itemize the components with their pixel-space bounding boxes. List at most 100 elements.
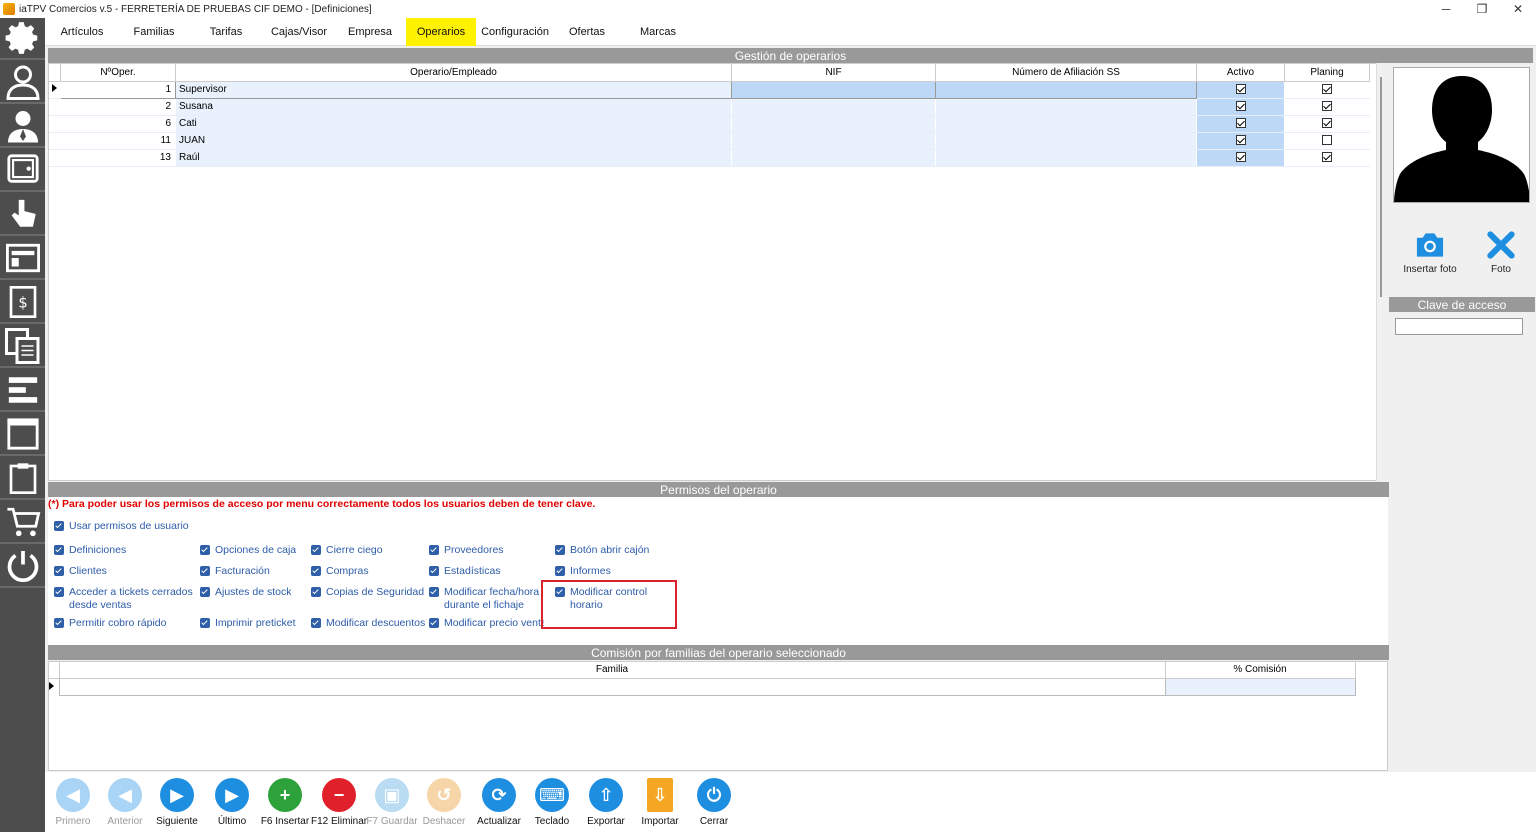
- col-header-num[interactable]: NºOper.: [60, 64, 176, 82]
- perm-estadisticas[interactable]: Estadísticas: [429, 565, 501, 578]
- planing-checkbox[interactable]: [1322, 135, 1332, 146]
- perm-proveedores[interactable]: Proveedores: [429, 544, 504, 557]
- checkbox-icon[interactable]: [54, 545, 64, 555]
- anterior-button[interactable]: ◀ Anterior: [97, 776, 153, 827]
- table-row[interactable]: [49, 677, 1356, 696]
- tab-familias[interactable]: Familias: [119, 18, 189, 46]
- primero-button[interactable]: ◀ Primero: [45, 776, 101, 827]
- checkbox-icon[interactable]: [54, 587, 64, 597]
- safe-icon[interactable]: [0, 150, 45, 192]
- perm-definiciones[interactable]: Definiciones: [54, 544, 126, 557]
- delete-photo-button[interactable]: Foto: [1475, 229, 1527, 275]
- planing-checkbox[interactable]: [1322, 152, 1332, 163]
- deshacer-button[interactable]: ↺ Deshacer: [416, 776, 472, 827]
- tab-articulos[interactable]: Artículos: [45, 18, 119, 46]
- perm-compras[interactable]: Compras: [311, 565, 369, 578]
- cell-num[interactable]: 11: [60, 132, 176, 150]
- perm-cobro-rapido[interactable]: Permitir cobro rápido: [54, 617, 166, 630]
- activo-checkbox[interactable]: [1235, 84, 1246, 95]
- planing-checkbox[interactable]: [1322, 84, 1332, 95]
- col-header-ss[interactable]: Número de Afiliación SS: [935, 64, 1197, 82]
- perm-opciones-caja[interactable]: Opciones de caja: [200, 544, 296, 557]
- cell-num[interactable]: 2: [60, 98, 176, 116]
- perm-acceder-tickets[interactable]: Acceder a tickets cerrados desde ventas: [54, 586, 194, 612]
- cell-name[interactable]: Raúl: [175, 149, 732, 167]
- cell-activo[interactable]: [1196, 132, 1285, 150]
- cerrar-button[interactable]: ⏻ Cerrar: [686, 776, 742, 827]
- table-row[interactable]: 11 JUAN: [49, 132, 1370, 150]
- cell-name[interactable]: JUAN: [175, 132, 732, 150]
- cell-planing[interactable]: [1284, 132, 1370, 150]
- siguiente-button[interactable]: ▶ Siguiente: [149, 776, 205, 827]
- cell-name[interactable]: Cati: [175, 115, 732, 133]
- activo-checkbox[interactable]: [1235, 135, 1246, 146]
- tab-marcas[interactable]: Marcas: [622, 18, 694, 46]
- table-row[interactable]: 2 Susana: [49, 98, 1370, 116]
- activo-checkbox[interactable]: [1235, 152, 1246, 163]
- perm-preticket[interactable]: Imprimir preticket: [200, 617, 296, 630]
- shopping-cart-icon[interactable]: [0, 502, 45, 544]
- restore-button[interactable]: ❐: [1464, 0, 1500, 18]
- f7-guardar-button[interactable]: ▣ F7 Guardar: [364, 776, 420, 827]
- importar-button[interactable]: ⇩ Importar: [632, 776, 688, 827]
- cell-num[interactable]: 6: [60, 115, 176, 133]
- perm-ajustes-stock[interactable]: Ajustes de stock: [200, 586, 291, 599]
- tab-operarios[interactable]: Operarios: [406, 18, 476, 46]
- cell-num[interactable]: 1: [60, 80, 176, 99]
- checkbox-icon[interactable]: [311, 545, 321, 555]
- checkbox-icon[interactable]: [200, 566, 210, 576]
- checkbox-icon[interactable]: [555, 566, 565, 576]
- activo-checkbox[interactable]: [1235, 118, 1246, 129]
- customers-icon[interactable]: [0, 62, 45, 104]
- cell-planing[interactable]: [1284, 98, 1370, 116]
- checkbox-icon[interactable]: [311, 618, 321, 628]
- cell-nif[interactable]: [731, 132, 936, 150]
- cell-ss[interactable]: [935, 132, 1197, 150]
- checkbox-icon[interactable]: [200, 587, 210, 597]
- tab-ofertas[interactable]: Ofertas: [552, 18, 622, 46]
- grid-scrollbar[interactable]: [1376, 63, 1388, 481]
- col-header-comision[interactable]: % Comisión: [1165, 662, 1356, 679]
- checkbox-icon[interactable]: [311, 587, 321, 597]
- table-row[interactable]: 13 Raúl: [49, 149, 1370, 167]
- scrollbar-thumb[interactable]: [1380, 77, 1382, 297]
- operator-icon[interactable]: [0, 106, 45, 148]
- cell-ss[interactable]: [935, 149, 1197, 167]
- perm-mod-descuentos[interactable]: Modificar descuentos: [311, 617, 425, 630]
- perm-facturacion[interactable]: Facturación: [200, 565, 270, 578]
- checkbox-icon[interactable]: [555, 545, 565, 555]
- cell-nif[interactable]: [731, 80, 936, 99]
- cell-activo[interactable]: [1196, 81, 1285, 99]
- planing-checkbox[interactable]: [1322, 118, 1332, 129]
- exportar-button[interactable]: ⇧ Exportar: [578, 776, 634, 827]
- cell-ss[interactable]: [935, 98, 1197, 116]
- cell-name[interactable]: Supervisor: [175, 80, 732, 99]
- perm-mod-precio[interactable]: Modificar precio venta: [429, 617, 544, 630]
- cell-ss[interactable]: [935, 115, 1197, 133]
- cell-nif[interactable]: [731, 115, 936, 133]
- checkbox-icon[interactable]: [200, 545, 210, 555]
- checkbox-icon[interactable]: [429, 618, 439, 628]
- cell-comision[interactable]: [1164, 677, 1356, 696]
- checkbox-icon[interactable]: [311, 566, 321, 576]
- checkbox-icon[interactable]: [54, 566, 64, 576]
- f6-insertar-button[interactable]: + F6 Insertar: [257, 776, 313, 827]
- checkbox-icon[interactable]: [200, 618, 210, 628]
- cell-num[interactable]: 13: [60, 149, 176, 167]
- checkbox-icon[interactable]: [54, 521, 64, 531]
- stock-bars-icon[interactable]: [0, 370, 45, 412]
- documents-icon[interactable]: [0, 326, 45, 368]
- perm-informes[interactable]: Informes: [555, 565, 611, 578]
- perm-mod-fecha-hora[interactable]: Modificar fecha/hora durante el fichaje: [429, 586, 544, 612]
- perm-use-permissions[interactable]: Usar permisos de usuario: [54, 520, 189, 533]
- tab-empresa[interactable]: Empresa: [335, 18, 405, 46]
- cell-familia[interactable]: [58, 677, 1166, 696]
- col-header-familia[interactable]: Familia: [59, 662, 1166, 679]
- cash-register-icon[interactable]: [0, 238, 45, 280]
- tab-cajas-visor[interactable]: Cajas/Visor: [263, 18, 335, 46]
- clipboard-icon[interactable]: [0, 458, 45, 500]
- perm-clientes[interactable]: Clientes: [54, 565, 107, 578]
- perm-abrir-cajon[interactable]: Botón abrir cajón: [555, 544, 649, 557]
- cell-planing[interactable]: [1284, 115, 1370, 133]
- perm-copias[interactable]: Copias de Seguridad: [311, 586, 424, 599]
